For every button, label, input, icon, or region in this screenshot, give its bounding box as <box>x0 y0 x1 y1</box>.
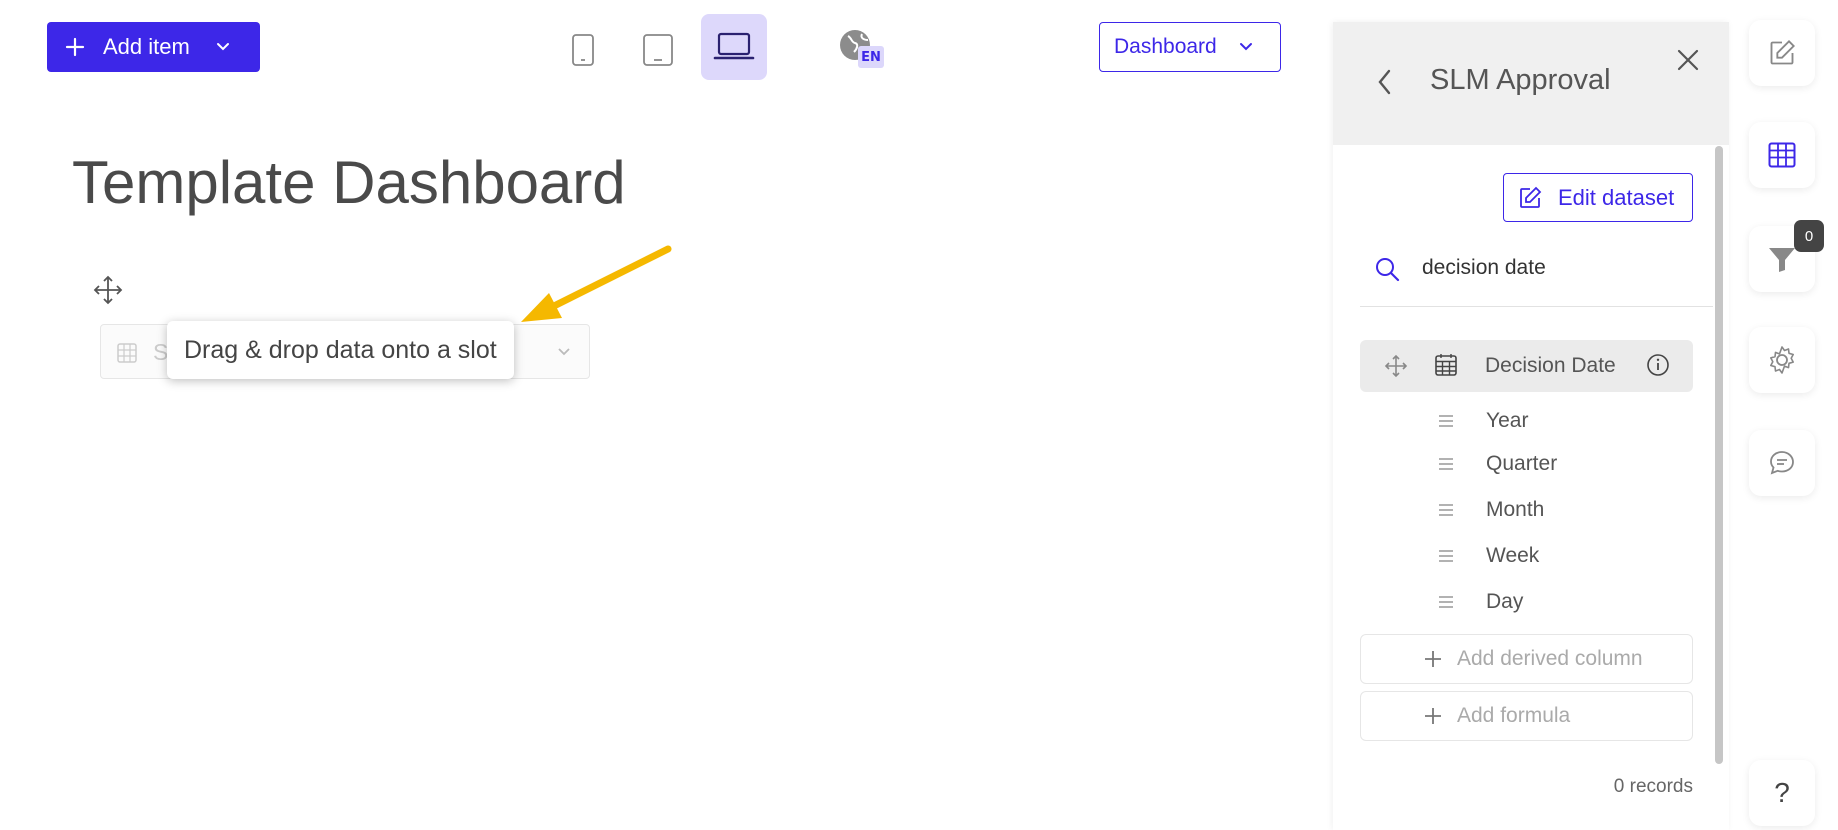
desktop-view-button[interactable] <box>701 14 767 80</box>
table-icon <box>1768 142 1796 168</box>
chevron-down-icon <box>1239 42 1253 52</box>
close-icon <box>1676 48 1700 72</box>
data-tool-button[interactable] <box>1749 122 1815 188</box>
phone-icon <box>571 33 595 67</box>
chevron-down-icon <box>557 347 571 357</box>
drag-handle-icon[interactable] <box>1384 354 1408 378</box>
drag-lines-icon <box>1438 414 1454 428</box>
search-icon <box>1374 256 1400 282</box>
date-part-label: Quarter <box>1486 452 1558 475</box>
move-icon[interactable] <box>93 275 123 305</box>
table-icon <box>117 343 137 363</box>
edit-icon <box>1768 39 1796 67</box>
add-item-button[interactable]: Add item <box>47 22 260 72</box>
chevron-down-icon <box>216 42 230 52</box>
add-formula-label: Add formula <box>1457 704 1571 727</box>
settings-tool-button[interactable] <box>1749 327 1815 393</box>
panel-scrollbar[interactable] <box>1715 146 1723 764</box>
date-part-day[interactable]: Day <box>1438 579 1557 625</box>
gear-icon <box>1767 345 1797 375</box>
comments-tool-button[interactable] <box>1749 430 1815 496</box>
edit-tool-button[interactable] <box>1749 20 1815 86</box>
search-divider <box>1360 306 1713 307</box>
date-part-quarter[interactable]: Quarter <box>1438 441 1557 487</box>
chat-icon <box>1768 449 1796 477</box>
edit-dataset-button[interactable]: Edit dataset <box>1503 173 1693 222</box>
column-decision-date[interactable]: Decision Date <box>1360 340 1693 392</box>
back-button[interactable] <box>1376 68 1394 96</box>
date-part-label: Week <box>1486 544 1540 567</box>
tablet-icon <box>642 33 674 67</box>
panel-title: SLM Approval <box>1430 64 1611 96</box>
calendar-icon <box>1435 354 1457 376</box>
laptop-icon <box>713 31 755 63</box>
plus-icon <box>65 37 85 57</box>
column-name: Decision Date <box>1485 354 1616 377</box>
date-part-label: Year <box>1486 409 1529 432</box>
info-icon[interactable] <box>1646 353 1670 377</box>
drag-lines-icon <box>1438 549 1454 563</box>
plus-icon <box>1423 706 1443 726</box>
drag-lines-icon <box>1438 503 1454 517</box>
date-part-list: Year Quarter Month Week Day <box>1438 401 1557 625</box>
date-part-label: Month <box>1486 498 1545 521</box>
date-part-label: Day <box>1486 590 1524 613</box>
add-formula-button[interactable]: Add formula <box>1360 691 1693 741</box>
drag-lines-icon <box>1438 457 1454 471</box>
plus-icon <box>1423 649 1443 669</box>
view-select-value: Dashboard <box>1114 35 1217 58</box>
column-search-input[interactable]: decision date <box>1422 256 1546 280</box>
records-count: 0 records <box>1613 776 1693 797</box>
help-button[interactable]: ? <box>1749 760 1815 826</box>
view-select[interactable]: Dashboard <box>1099 22 1281 72</box>
add-item-label: Add item <box>103 34 190 59</box>
drag-drop-tooltip: Drag & drop data onto a slot <box>167 321 514 379</box>
chevron-left-icon <box>1376 68 1394 96</box>
drag-lines-icon <box>1438 595 1454 609</box>
filter-count-badge: 0 <box>1794 220 1824 252</box>
edit-icon <box>1518 186 1542 210</box>
language-button[interactable]: EN <box>838 28 888 74</box>
add-derived-column-button[interactable]: Add derived column <box>1360 634 1693 684</box>
close-button[interactable] <box>1676 48 1700 72</box>
language-code: EN <box>858 46 884 68</box>
date-part-year[interactable]: Year <box>1438 401 1557 441</box>
tablet-view-button[interactable] <box>631 22 685 78</box>
edit-dataset-label: Edit dataset <box>1558 184 1675 210</box>
date-part-month[interactable]: Month <box>1438 487 1557 533</box>
filter-icon <box>1767 244 1797 274</box>
date-part-week[interactable]: Week <box>1438 533 1557 579</box>
add-derived-column-label: Add derived column <box>1457 647 1643 670</box>
mobile-view-button[interactable] <box>556 22 610 78</box>
page-title: Template Dashboard <box>72 149 626 216</box>
